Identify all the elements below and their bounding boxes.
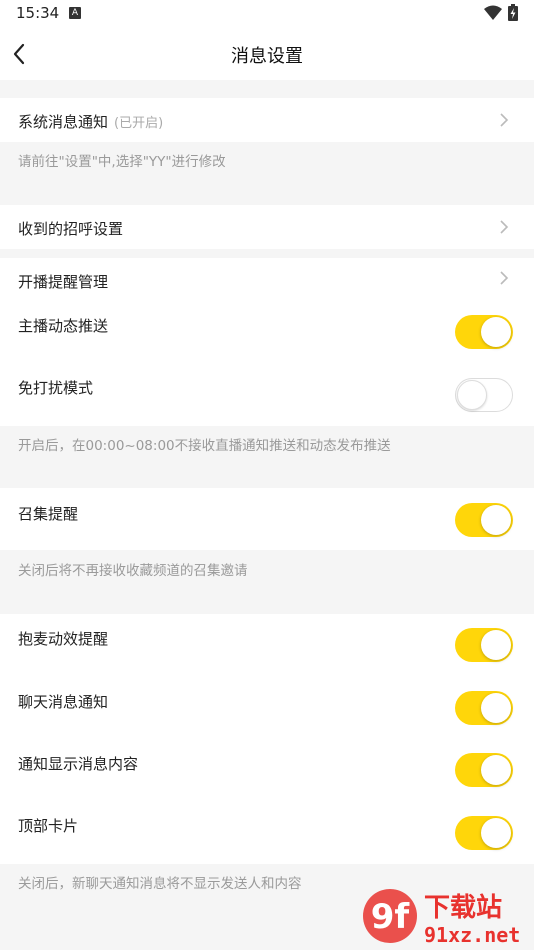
- live-reminder-row[interactable]: 开播提醒管理: [0, 258, 534, 302]
- greeting-settings-row[interactable]: 收到的招呼设置: [0, 205, 534, 249]
- toggle-knob: [481, 818, 511, 848]
- chat-settings-group: 抱麦动效提醒 聊天消息通知 通知显示消息内容 顶部卡片: [0, 614, 534, 864]
- watermark-logo: 9f 下载站 91xz.net: [363, 889, 520, 947]
- chat-content-note: 关闭后，新聊天通知消息将不显示发送人和内容: [18, 876, 302, 892]
- notification-icon: A: [69, 7, 81, 19]
- chat-notification-label: 聊天消息通知: [18, 693, 109, 711]
- summon-label: 召集提醒: [18, 505, 79, 523]
- toggle-knob: [457, 380, 487, 410]
- battery-icon: [508, 4, 518, 21]
- nav-header: 消息设置: [0, 28, 534, 80]
- system-notification-note: 请前往"设置"中,选择"YY"进行修改: [18, 154, 226, 170]
- do-not-disturb-label: 免打扰模式: [18, 379, 94, 397]
- chevron-right-icon: [500, 113, 509, 127]
- do-not-disturb-toggle[interactable]: [455, 378, 513, 412]
- system-notification-status: (已开启): [114, 116, 164, 131]
- live-reminder-label: 开播提醒管理: [18, 273, 109, 291]
- chevron-right-icon: [500, 271, 509, 285]
- summon-row: 召集提醒: [0, 488, 534, 550]
- page-title: 消息设置: [231, 46, 303, 67]
- anchor-dynamic-toggle[interactable]: [455, 315, 513, 349]
- wifi-icon: [484, 5, 502, 20]
- mic-effect-toggle[interactable]: [455, 628, 513, 662]
- toggle-knob: [481, 630, 511, 660]
- status-time: 15:34: [16, 4, 60, 22]
- system-notification-row[interactable]: 系统消息通知 (已开启): [0, 98, 534, 142]
- system-notification-label: 系统消息通知 (已开启): [18, 113, 164, 131]
- summon-note: 关闭后将不再接收收藏频道的召集邀请: [18, 563, 248, 579]
- show-content-label: 通知显示消息内容: [18, 755, 139, 773]
- watermark-brand: 下载站: [424, 893, 502, 923]
- show-content-toggle[interactable]: [455, 753, 513, 787]
- watermark-logo-text: 9f: [371, 897, 411, 937]
- anchor-dynamic-label: 主播动态推送: [18, 317, 109, 335]
- top-card-toggle[interactable]: [455, 816, 513, 850]
- chat-notification-toggle[interactable]: [455, 691, 513, 725]
- chevron-right-icon: [500, 220, 509, 234]
- mic-effect-label: 抱麦动效提醒: [18, 630, 109, 648]
- status-bar: 15:34 A: [0, 0, 534, 28]
- do-not-disturb-note: 开启后，在00:00~08:00不接收直播通知推送和动态发布推送: [18, 438, 391, 454]
- live-settings-group: 开播提醒管理 主播动态推送 免打扰模式: [0, 258, 534, 426]
- top-card-label: 顶部卡片: [18, 817, 79, 835]
- toggle-knob: [481, 755, 511, 785]
- watermark-domain: 91xz.net: [424, 923, 520, 947]
- toggle-knob: [481, 693, 511, 723]
- summon-toggle[interactable]: [455, 503, 513, 537]
- greeting-settings-label: 收到的招呼设置: [18, 220, 124, 238]
- toggle-knob: [481, 505, 511, 535]
- toggle-knob: [481, 317, 511, 347]
